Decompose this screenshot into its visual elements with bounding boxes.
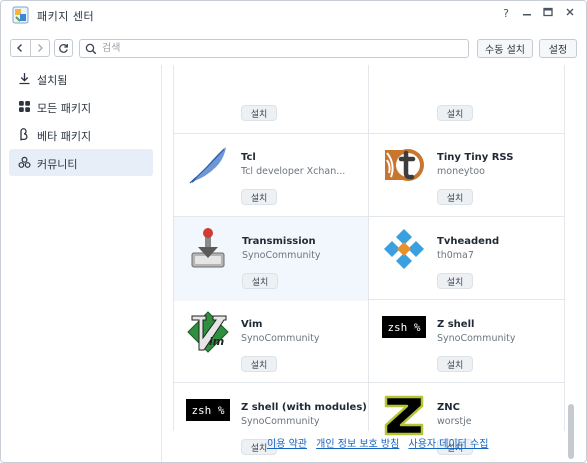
chevron-right-icon (37, 44, 43, 52)
package-author: SynoCommunity (241, 416, 320, 427)
package-name: Vim (241, 319, 263, 330)
package-card-tiny-tiny-rss[interactable]: Tiny Tiny RSS moneytoo 설치 (369, 133, 565, 217)
package-author: SynoCommunity (241, 333, 320, 344)
package-card-znc[interactable]: ZNC worstje 설치 (369, 383, 565, 462)
download-icon (19, 73, 30, 85)
package-card-zshell[interactable]: zsh % Z shell SynoCommunity 설치 (369, 300, 565, 384)
privacy-link[interactable]: 개인 정보 보호 방침 (316, 439, 399, 450)
package-author: Tcl developer Xchan... (241, 166, 346, 177)
search-icon (85, 43, 97, 55)
sidebar-item-label: 설치됨 (37, 74, 68, 87)
zsh-icon: zsh % (186, 399, 230, 421)
package-name: Z shell (437, 319, 475, 330)
vim-icon: im (187, 311, 229, 353)
package-author: SynoCommunity (242, 250, 321, 261)
package-card-transmission[interactable]: Transmission SynoCommunity 설치 (174, 217, 368, 301)
chevron-left-icon (17, 44, 23, 52)
refresh-icon (59, 43, 68, 53)
package-card[interactable]: 설치 (369, 65, 565, 133)
sidebar: 설치됨 모든 패키지 베타 패키지 커뮤니티 (1, 65, 162, 462)
window-title: 패키지 센터 (37, 10, 95, 23)
history-nav (10, 39, 50, 57)
zsh-icon: zsh % (382, 316, 426, 338)
package-author: worstje (437, 416, 472, 427)
help-button[interactable]: ? (498, 6, 514, 22)
tvheadend-icon (384, 229, 424, 269)
package-author: moneytoo (437, 166, 485, 177)
close-icon (566, 8, 574, 16)
forward-button[interactable] (29, 40, 50, 56)
install-button[interactable]: 설치 (241, 189, 277, 205)
toolbar: 수동 설치 설정 (1, 31, 586, 65)
minimize-icon (523, 14, 531, 16)
install-button[interactable]: 설치 (242, 273, 278, 289)
maximize-icon (543, 7, 553, 17)
transmission-icon (191, 228, 225, 268)
package-name: Z shell (with modules) (241, 402, 367, 413)
search-input[interactable] (102, 41, 462, 56)
data-collection-link[interactable]: 사용자 데이터 수집 (409, 439, 489, 450)
grid-icon (19, 101, 30, 112)
search-box (79, 39, 469, 58)
package-card-tcl[interactable]: Tcl Tcl developer Xchan... 설치 (173, 133, 369, 217)
sidebar-item-all-packages[interactable]: 모든 패키지 (9, 93, 153, 120)
community-icon (18, 156, 31, 168)
package-card-zshell-modules[interactable]: zsh % Z shell (with modules) SynoCommuni… (173, 383, 369, 462)
beta-icon (20, 128, 28, 141)
install-button[interactable]: 설치 (437, 273, 473, 289)
maximize-button[interactable] (540, 6, 556, 22)
package-list: 설치 설치 Tcl Tcl developer Xchan... 설치 Tiny… (163, 65, 586, 462)
install-button[interactable]: 설치 (437, 189, 473, 205)
title-bar: 패키지 센터 ? (1, 1, 586, 31)
tcl-feather-icon (189, 147, 226, 184)
footer-links: 이용 약관 개인 정보 보호 방침 사용자 데이터 수집 (267, 435, 494, 450)
package-author: SynoCommunity (437, 333, 516, 344)
manual-install-button[interactable]: 수동 설치 (477, 39, 533, 58)
sidebar-item-label: 베타 패키지 (37, 130, 92, 143)
sidebar-item-installed[interactable]: 설치됨 (9, 65, 153, 92)
package-card[interactable]: 설치 (173, 65, 369, 133)
package-center-window: 패키지 센터 ? 수동 설치 설정 (0, 0, 587, 463)
package-name: Tcl (241, 152, 256, 163)
close-button[interactable] (562, 6, 578, 22)
minimize-button[interactable] (519, 6, 535, 22)
settings-button[interactable]: 설정 (539, 39, 577, 58)
package-card-vim[interactable]: im Vim SynoCommunity 설치 (173, 300, 369, 384)
package-center-app-icon (12, 6, 29, 24)
sidebar-item-label: 커뮤니티 (37, 158, 78, 171)
install-button[interactable]: 설치 (241, 105, 277, 121)
back-button[interactable] (11, 40, 30, 56)
svg-text:im: im (209, 335, 224, 348)
package-card-tvheadend[interactable]: Tvheadend th0ma7 설치 (369, 217, 565, 301)
vertical-scrollbar[interactable] (568, 404, 574, 459)
install-button[interactable]: 설치 (437, 105, 473, 121)
package-author: th0ma7 (437, 250, 474, 261)
sidebar-item-label: 모든 패키지 (37, 102, 92, 115)
package-name: Transmission (242, 236, 316, 247)
install-button[interactable]: 설치 (241, 356, 277, 372)
ttrss-icon (385, 149, 424, 181)
package-name: Tvheadend (437, 236, 500, 247)
package-name: Tiny Tiny RSS (437, 152, 514, 163)
terms-link[interactable]: 이용 약관 (267, 439, 307, 450)
package-name: ZNC (437, 402, 460, 413)
refresh-button[interactable] (54, 39, 73, 57)
sidebar-item-beta[interactable]: 베타 패키지 (9, 121, 153, 148)
sidebar-item-community[interactable]: 커뮤니티 (9, 149, 153, 176)
znc-icon (384, 395, 424, 436)
install-button[interactable]: 설치 (437, 356, 473, 372)
